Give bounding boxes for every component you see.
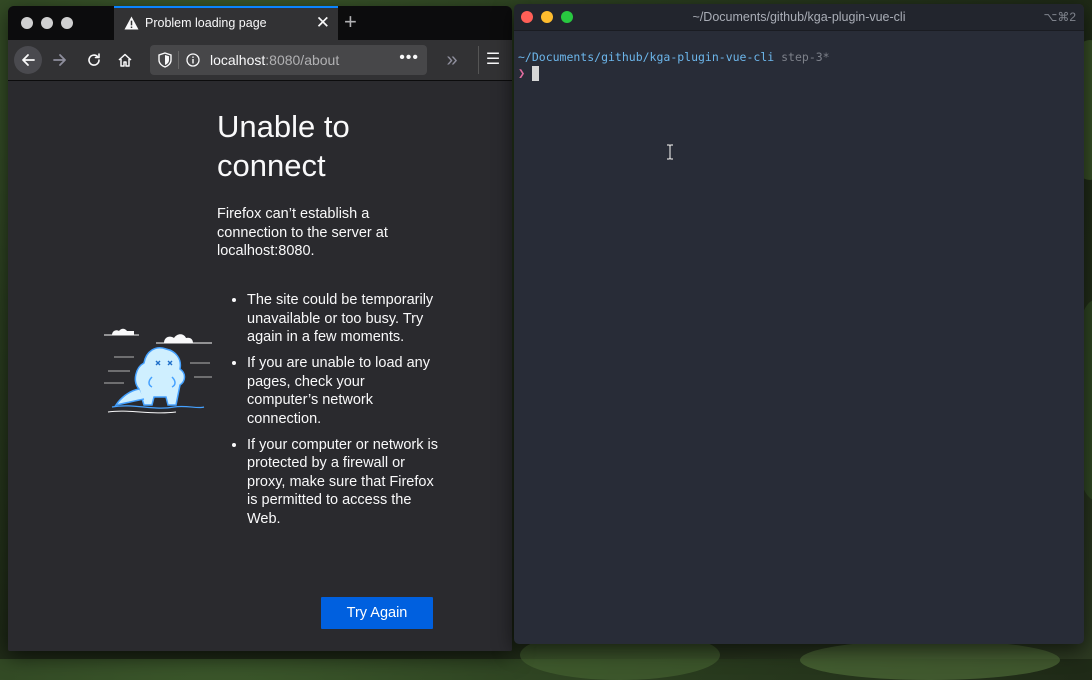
error-suggestions: The site could be temporarily unavailabl… xyxy=(217,291,439,536)
terminal-output[interactable]: ~/Documents/github/kga-plugin-vue-cli st… xyxy=(514,30,1084,644)
prompt-chevron-icon: ❯ xyxy=(518,66,526,80)
shield-icon[interactable] xyxy=(158,52,172,68)
reload-button[interactable] xyxy=(80,46,108,74)
window-minimize-button[interactable] xyxy=(41,17,53,29)
prompt-line: ~/Documents/github/kga-plugin-vue-cli st… xyxy=(518,50,830,64)
terminal-titlebar: ~/Documents/github/kga-plugin-vue-cli ⌥⌘… xyxy=(514,4,1084,31)
reload-icon xyxy=(88,53,100,66)
warning-icon xyxy=(124,16,139,30)
overflow-chevron-icon: » xyxy=(446,49,458,71)
app-menu-button[interactable]: ☰ xyxy=(479,46,507,74)
url-bar[interactable]: localhost:8080/about ••• xyxy=(150,45,427,75)
hamburger-menu-icon: ☰ xyxy=(485,51,501,68)
back-arrow-icon xyxy=(22,54,35,66)
git-branch: step-3* xyxy=(781,50,830,64)
url-separator xyxy=(178,51,179,69)
info-icon[interactable] xyxy=(186,53,200,67)
firefox-window: Problem loading page ✕ + localhost:8080/… xyxy=(8,6,512,651)
text-cursor-icon xyxy=(667,144,673,160)
suggestion-item: If you are unable to load any pages, che… xyxy=(247,354,439,428)
terminal-title: ~/Documents/github/kga-plugin-vue-cli xyxy=(692,10,906,24)
wallpaper-leaf xyxy=(800,640,1060,680)
current-directory: ~/Documents/github/kga-plugin-vue-cli xyxy=(518,50,775,64)
terminal-cursor xyxy=(532,66,539,81)
url-text[interactable]: localhost:8080/about xyxy=(210,52,339,68)
page-actions-button[interactable]: ••• xyxy=(399,49,419,67)
forward-arrow-icon xyxy=(53,54,66,66)
back-button[interactable] xyxy=(14,46,42,74)
suggestion-item: The site could be temporarily unavailabl… xyxy=(247,291,439,347)
error-description: Firefox can’t establish a connection to … xyxy=(217,206,388,259)
overflow-button[interactable]: » xyxy=(438,46,466,74)
suggestion-item: If your computer or network is protected… xyxy=(247,436,439,529)
url-path: :8080/about xyxy=(265,52,340,68)
tab-problem-loading[interactable]: Problem loading page ✕ xyxy=(114,6,338,40)
error-title: Unable to connect xyxy=(217,109,350,183)
home-icon xyxy=(118,53,132,67)
tab-title: Problem loading page xyxy=(145,16,267,30)
try-again-button[interactable]: Try Again xyxy=(321,597,433,629)
terminal-shortcut: ⌥⌘2 xyxy=(1043,10,1076,24)
terminal-window: ~/Documents/github/kga-plugin-vue-cli ⌥⌘… xyxy=(514,4,1084,644)
tab-bar: Problem loading page ✕ + xyxy=(8,6,512,40)
tab-close-icon[interactable]: ✕ xyxy=(316,13,330,33)
window-close-button[interactable] xyxy=(21,17,33,29)
forward-button[interactable] xyxy=(46,46,74,74)
new-tab-button[interactable]: + xyxy=(344,9,357,35)
home-button[interactable] xyxy=(111,46,139,74)
dinosaur-illustration xyxy=(104,328,212,414)
error-page: Unable to connect Firefox can’t establis… xyxy=(8,81,512,651)
url-host: localhost xyxy=(210,52,266,68)
input-line[interactable]: ❯ xyxy=(518,66,525,80)
navigation-toolbar: localhost:8080/about ••• » ☰ xyxy=(8,40,512,81)
window-zoom-button[interactable] xyxy=(61,17,73,29)
